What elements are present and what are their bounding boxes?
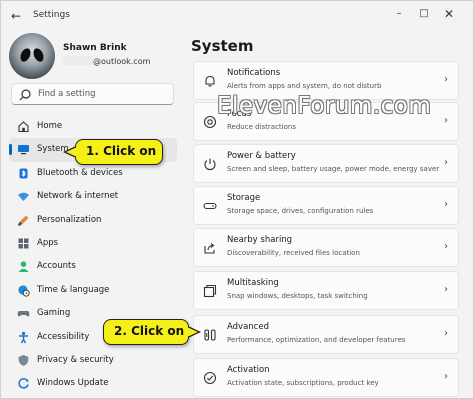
callout-2-pointer-fill — [187, 327, 198, 337]
share-icon — [204, 243, 215, 254]
multitasking-icon — [203, 284, 217, 298]
accessibility-icon — [19, 331, 28, 343]
card-title: Power & battery — [227, 151, 296, 161]
sidebar-item-privacy-security[interactable]: Privacy & security — [9, 349, 177, 372]
chevron-right-icon: › — [444, 115, 448, 126]
chevron-right-icon: › — [444, 199, 448, 210]
advanced-icon — [204, 329, 216, 341]
settings-card-power-battery[interactable]: Power & battery Screen and sleep, batter… — [193, 144, 459, 183]
sidebar-item-label: Time & language — [37, 284, 110, 295]
update-icon — [18, 378, 29, 389]
maximize-button[interactable]: □ — [414, 5, 434, 23]
minimize-icon: – — [396, 8, 402, 19]
chevron-right-icon: › — [444, 241, 448, 252]
sidebar-item-label: Accessibility — [37, 331, 90, 342]
activation-icon — [203, 371, 217, 385]
profile-name: Shawn Brink — [63, 43, 127, 53]
sidebar-item-windows-update[interactable]: Windows Update — [9, 372, 177, 395]
focus-icon — [203, 115, 217, 129]
close-button[interactable]: ✕ — [439, 5, 459, 23]
card-subtitle: Activation state, subscriptions, product… — [227, 379, 379, 387]
sidebar-item-accounts[interactable]: Accounts — [9, 255, 177, 278]
bell-icon — [205, 75, 215, 87]
chevron-right-icon: › — [444, 284, 448, 295]
power-icon — [204, 158, 216, 171]
home-icon — [18, 121, 29, 133]
sidebar-item-label: Apps — [37, 237, 59, 248]
sidebar-item-label: Personalization — [37, 214, 102, 225]
sidebar-item-label: Network & internet — [37, 191, 119, 202]
card-subtitle: Reduce distractions — [227, 123, 296, 131]
shield-icon — [18, 354, 29, 366]
card-subtitle: Discoverability, received files location — [227, 249, 360, 257]
card-title: Advanced — [227, 322, 269, 332]
sidebar-item-label: Home — [37, 121, 63, 131]
card-subtitle: Screen and sleep, battery usage, power m… — [227, 165, 440, 173]
person-icon — [18, 261, 29, 273]
settings-card-activation[interactable]: Activation Activation state, subscriptio… — [193, 358, 459, 397]
storage-icon — [203, 202, 217, 210]
minimize-button[interactable]: – — [389, 5, 409, 23]
profile-email: @outlook.com — [63, 56, 150, 66]
card-subtitle: Storage space, drives, configuration rul… — [227, 207, 374, 215]
settings-card-nearby-sharing[interactable]: Nearby sharing Discoverability, received… — [193, 228, 459, 267]
settings-card-advanced[interactable]: Advanced Performance, optimization, and … — [193, 315, 459, 354]
monitor-icon — [18, 145, 29, 155]
sidebar-item-time-language[interactable]: Time & language — [9, 279, 177, 302]
callout-1-pointer-fill — [66, 147, 77, 157]
search-input[interactable]: Find a setting — [11, 83, 174, 105]
settings-card-storage[interactable]: Storage Storage space, drives, configura… — [193, 186, 459, 225]
gamepad-icon — [17, 311, 30, 317]
title-bar: ← Settings – □ ✕ — [1, 1, 473, 31]
chevron-right-icon: › — [444, 74, 448, 85]
sidebar-item-personalization[interactable]: Personalization — [9, 209, 177, 232]
settings-card-multitasking[interactable]: Multitasking Snap windows, desktops, tas… — [193, 271, 459, 310]
profile-email-suffix: @outlook.com — [93, 57, 151, 66]
wifi-icon — [18, 192, 29, 202]
sidebar-item-bluetooth-devices[interactable]: Bluetooth & devices — [9, 162, 177, 185]
sidebar-item-apps[interactable]: Apps — [9, 232, 177, 255]
paintbrush-icon — [18, 215, 29, 226]
card-subtitle: Snap windows, desktops, task switching — [227, 292, 368, 300]
bluetooth-icon — [19, 168, 28, 179]
page-title: System — [191, 37, 254, 55]
card-subtitle: Performance, optimization, and developer… — [227, 336, 406, 344]
globe-clock-icon — [18, 285, 30, 297]
sidebar-item-label: Windows Update — [37, 378, 109, 389]
sidebar-item-home[interactable]: Home — [9, 115, 177, 138]
settings-window: ← Settings – □ ✕ Shawn Brink @outlook.co… — [0, 0, 474, 399]
chevron-right-icon: › — [444, 157, 448, 168]
card-title: Notifications — [227, 68, 281, 78]
card-title: Storage — [227, 193, 261, 203]
callout-step-1: 1. Click on — [75, 139, 163, 165]
back-arrow-icon: ← — [10, 9, 22, 23]
card-title: Activation — [227, 365, 270, 375]
email-redaction — [63, 56, 93, 65]
chevron-right-icon: › — [444, 328, 448, 339]
card-title: Nearby sharing — [227, 235, 293, 245]
sidebar-item-label: Accounts — [37, 261, 76, 272]
card-title: Multitasking — [227, 278, 279, 288]
search-icon — [19, 89, 31, 101]
maximize-icon: □ — [419, 8, 429, 19]
sidebar-item-label: Bluetooth & devices — [37, 167, 123, 178]
back-button[interactable]: ← — [7, 7, 25, 25]
search-placeholder: Find a setting — [38, 89, 96, 99]
apps-icon — [18, 238, 29, 249]
close-icon: ✕ — [443, 7, 455, 21]
sidebar-item-label: Gaming — [37, 308, 71, 319]
callout-step-2: 2. Click on — [103, 319, 189, 345]
app-title: Settings — [33, 10, 70, 20]
watermark: ElevenForum.com — [217, 93, 432, 119]
card-subtitle: Alerts from apps and system, do not dist… — [227, 82, 382, 90]
chevron-right-icon: › — [444, 371, 448, 382]
sidebar-item-label: Privacy & security — [37, 354, 114, 365]
sidebar-item-network[interactable]: Network & internet — [9, 185, 177, 208]
avatar — [9, 33, 55, 79]
